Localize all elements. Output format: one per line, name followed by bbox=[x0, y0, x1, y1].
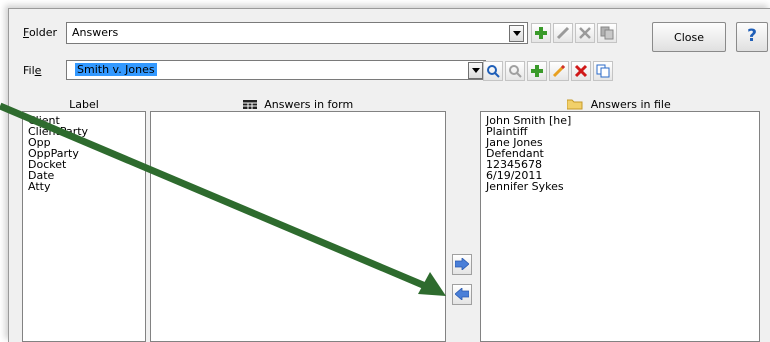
annotation-arrow bbox=[0, 102, 446, 296]
